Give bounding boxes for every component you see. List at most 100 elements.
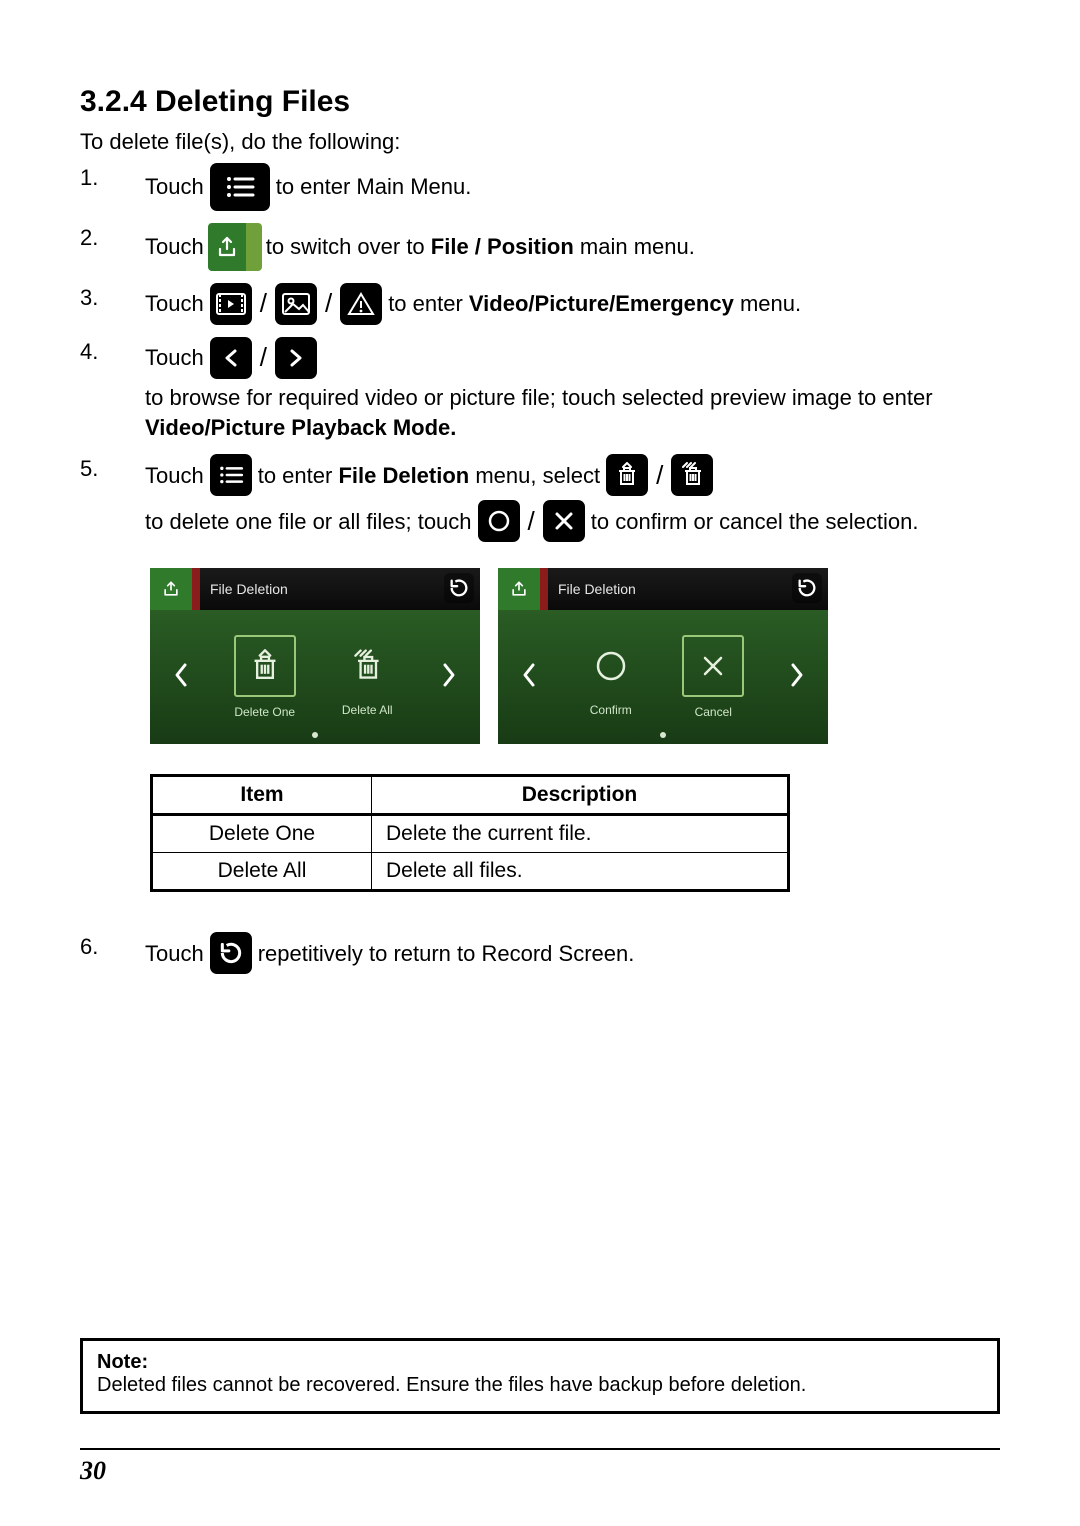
header-upload-icon <box>498 568 540 610</box>
screenshot-header: File Deletion <box>498 568 828 610</box>
bold-text: File Deletion <box>338 463 469 488</box>
text: to enter <box>388 291 469 316</box>
step-text: Touch <box>145 232 204 262</box>
next-arrow-icon <box>787 661 807 694</box>
step-text: Touch <box>145 172 204 202</box>
screenshot-delete-options: File Deletion De <box>150 568 480 744</box>
step-6: 6. Touch repetitively to return to Recor… <box>80 932 1000 974</box>
cancel-x-icon <box>682 635 744 697</box>
note-box: Note: Deleted files cannot be recovered.… <box>80 1338 1000 1414</box>
step-text: to confirm or cancel the selection. <box>591 507 919 537</box>
separator: / <box>528 504 535 539</box>
step-number: 1. <box>80 163 145 193</box>
menu-lines-svg <box>225 175 255 199</box>
next-arrow-icon <box>439 661 459 694</box>
intro-text: To delete file(s), do the following: <box>80 129 1000 155</box>
menu-list-icon <box>210 163 270 211</box>
text: to browse for required video or picture … <box>145 385 933 410</box>
delete-one-icon <box>606 454 648 496</box>
screenshot-title: File Deletion <box>210 581 288 597</box>
option-label: Delete One <box>234 705 295 719</box>
header-upload-icon <box>150 568 192 610</box>
prev-arrow-icon <box>171 661 191 694</box>
return-back-icon <box>210 932 252 974</box>
screenshot-header: File Deletion <box>150 568 480 610</box>
table-row: Delete One Delete the current file. <box>152 815 789 853</box>
device-screenshots: File Deletion De <box>150 568 1000 744</box>
next-arrow-icon <box>275 337 317 379</box>
steps-list-continued: 6. Touch repetitively to return to Recor… <box>80 932 1000 986</box>
step-text: to enter File Deletion menu, select <box>258 461 600 491</box>
header-item: Item <box>152 776 372 815</box>
text: menu, select <box>469 463 600 488</box>
step-text: to enter Video/Picture/Emergency menu. <box>388 289 801 319</box>
back-icon <box>444 573 474 603</box>
back-icon <box>792 573 822 603</box>
bold-text: Video/Picture/Emergency <box>469 291 734 316</box>
option-delete-one: Delete One <box>234 635 296 719</box>
text: main menu. <box>574 234 695 259</box>
step-text: Touch <box>145 289 204 319</box>
cell-description: Delete all files. <box>372 853 789 891</box>
header-red-bar <box>192 568 200 610</box>
step-3: 3. Touch / / <box>80 283 1000 325</box>
page-indicator-dot <box>660 732 666 738</box>
step-text: Touch <box>145 343 204 373</box>
option-cancel: Cancel <box>682 635 744 719</box>
table-row: Delete All Delete all files. <box>152 853 789 891</box>
step-number: 4. <box>80 337 145 367</box>
prev-arrow-icon <box>210 337 252 379</box>
delete-all-icon <box>338 637 396 695</box>
step-number: 5. <box>80 454 145 484</box>
step-text: to delete one file or all files; touch <box>145 507 472 537</box>
page-indicator-dot <box>312 732 318 738</box>
bold-text: File / Position <box>431 234 574 259</box>
step-text: to switch over to File / Position main m… <box>266 232 695 262</box>
description-table: Item Description Delete One Delete the c… <box>150 774 790 892</box>
table-header-row: Item Description <box>152 776 789 815</box>
cancel-x-icon <box>543 500 585 542</box>
step-number: 3. <box>80 283 145 313</box>
screenshot-body: Delete One Delete All <box>150 610 480 744</box>
bold-text: Video/Picture Playback Mode. <box>145 415 456 440</box>
delete-all-icon <box>671 454 713 496</box>
step-5: 5. Touch to enter File Deletion menu, se… <box>80 454 1000 542</box>
text: to switch over to <box>266 234 431 259</box>
step-4: 4. Touch / to browse for required video … <box>80 337 1000 442</box>
step-number: 2. <box>80 223 145 253</box>
section-heading: 3.2.4 Deleting Files <box>80 85 1000 119</box>
separator: / <box>260 286 267 321</box>
step-text: repetitively to return to Record Screen. <box>258 939 635 969</box>
emergency-warning-icon <box>340 283 382 325</box>
step-2: 2. Touch <box>80 223 1000 271</box>
note-label: Note: <box>97 1351 148 1373</box>
screenshot-title: File Deletion <box>558 581 636 597</box>
cell-item: Delete One <box>152 815 372 853</box>
manual-page: 3.2.4 Deleting Files To delete file(s), … <box>0 0 1080 1526</box>
file-position-tab-icon <box>208 223 262 271</box>
option-confirm: Confirm <box>582 637 640 717</box>
text: menu. <box>734 291 801 316</box>
delete-one-icon <box>234 635 296 697</box>
steps-list: 1. Touch to enter Mai <box>80 163 1000 554</box>
option-label: Confirm <box>590 703 632 717</box>
separator: / <box>656 458 663 493</box>
separator: / <box>260 340 267 375</box>
screenshot-body: Confirm Cancel <box>498 610 828 744</box>
option-delete-all: Delete All <box>338 637 396 717</box>
confirm-circle-icon <box>478 500 520 542</box>
confirm-circle-icon <box>582 637 640 695</box>
step-text: Touch <box>145 461 204 491</box>
picture-icon <box>275 283 317 325</box>
step-text: to enter Main Menu. <box>276 172 472 202</box>
cell-item: Delete All <box>152 853 372 891</box>
header-red-bar <box>540 568 548 610</box>
separator: / <box>325 286 332 321</box>
step-number: 6. <box>80 932 145 962</box>
text: to enter <box>258 463 339 488</box>
page-number: 30 <box>80 1448 1000 1486</box>
option-label: Delete All <box>342 703 393 717</box>
option-label: Cancel <box>695 705 732 719</box>
prev-arrow-icon <box>519 661 539 694</box>
step-1: 1. Touch to enter Mai <box>80 163 1000 211</box>
